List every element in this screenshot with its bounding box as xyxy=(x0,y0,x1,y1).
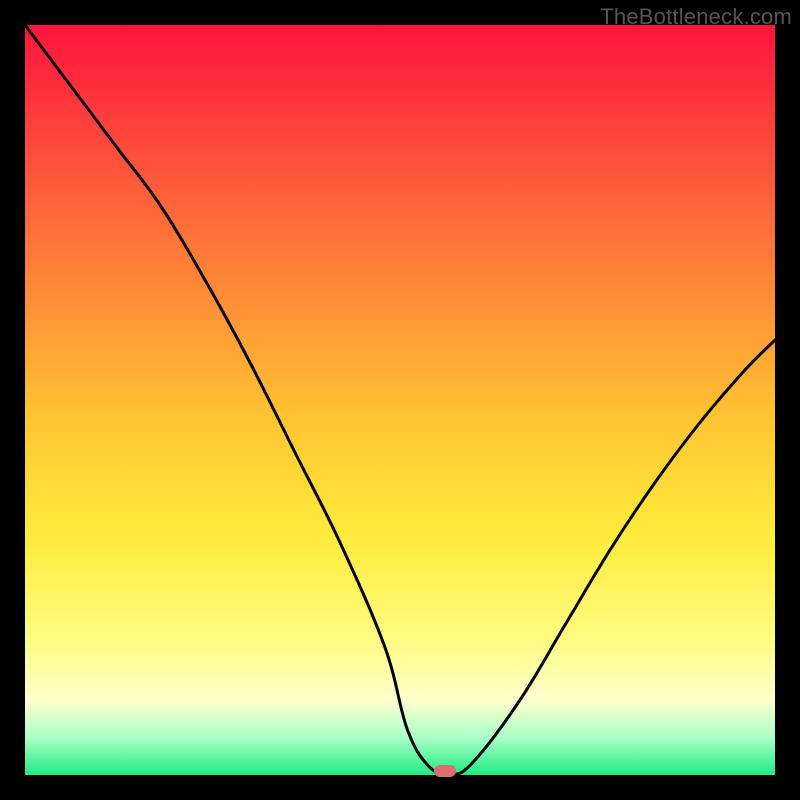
chart-frame: TheBottleneck.com xyxy=(0,0,800,800)
optimum-marker xyxy=(434,765,456,777)
watermark-text: TheBottleneck.com xyxy=(600,4,792,30)
plot-area xyxy=(25,25,775,775)
bottleneck-curve xyxy=(25,25,775,775)
